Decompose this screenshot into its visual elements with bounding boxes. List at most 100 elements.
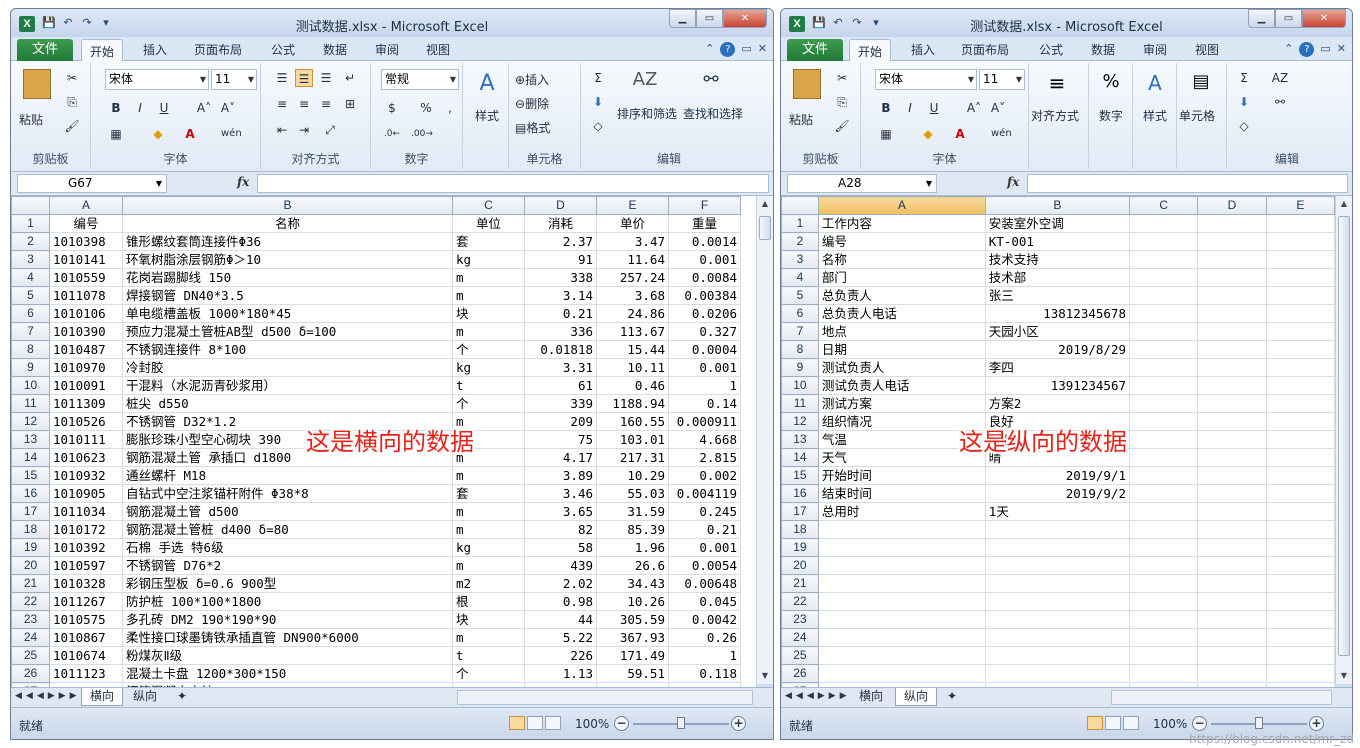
table-cell[interactable]: 1010623 <box>49 448 123 467</box>
autosum-icon[interactable]: Σ <box>589 69 607 87</box>
row-header[interactable]: 8 <box>781 340 819 359</box>
table-cell[interactable] <box>1265 484 1335 503</box>
table-cell[interactable]: 336 <box>524 322 597 341</box>
fill-icon[interactable]: ⬇ <box>1235 93 1253 111</box>
font-color-icon[interactable]: A <box>181 125 199 143</box>
table-cell[interactable]: 10.29 <box>596 466 669 485</box>
cut-icon[interactable]: ✂ <box>833 69 851 87</box>
table-cell[interactable]: 1011034 <box>49 502 123 521</box>
row-header[interactable]: 10 <box>11 376 50 395</box>
zoom-level[interactable]: 100% <box>575 717 609 731</box>
new-sheet-icon[interactable]: ✦ <box>169 688 195 706</box>
table-cell[interactable] <box>1197 250 1267 269</box>
comma-style-icon[interactable]: , <box>441 99 459 117</box>
zoom-level[interactable]: 100% <box>1153 717 1187 731</box>
paste-button[interactable]: 粘贴 <box>789 111 813 128</box>
table-cell[interactable] <box>1128 484 1199 503</box>
table-cell[interactable]: 217.31 <box>596 448 669 467</box>
table-cell[interactable] <box>817 664 986 683</box>
row-header[interactable]: 15 <box>11 466 50 485</box>
delete-cells-button[interactable]: ⊖删除 <box>515 95 549 112</box>
table-cell[interactable]: 0.01818 <box>524 340 597 359</box>
table-cell[interactable]: 0.0206 <box>668 304 741 323</box>
cells-button[interactable]: 单元格 <box>1179 107 1215 124</box>
redo-icon[interactable]: ↷ <box>849 15 865 31</box>
tab-page-layout[interactable]: 页面布局 <box>961 41 1009 58</box>
row-header[interactable]: 4 <box>11 268 50 287</box>
table-cell[interactable] <box>817 592 986 611</box>
paste-icon[interactable] <box>23 69 51 99</box>
table-cell[interactable]: 根 <box>452 592 525 611</box>
table-cell[interactable]: 不锈钢连接件 8*100 <box>122 340 453 359</box>
page-layout-view-icon[interactable] <box>527 716 543 730</box>
tab-insert[interactable]: 插入 <box>911 41 935 58</box>
table-cell[interactable] <box>1265 556 1335 575</box>
row-header[interactable]: 17 <box>11 502 50 521</box>
table-cell[interactable] <box>1197 286 1267 305</box>
table-cell[interactable]: 钢筋混凝土管 d500 <box>122 502 453 521</box>
table-cell[interactable] <box>1265 646 1335 665</box>
table-cell[interactable]: 2.815 <box>668 448 741 467</box>
table-cell[interactable]: 1010559 <box>49 268 123 287</box>
table-cell[interactable]: 锥形螺纹套筒连接件Φ36 <box>122 232 453 251</box>
italic-icon[interactable]: I <box>131 99 149 117</box>
table-cell[interactable] <box>1265 574 1335 593</box>
table-cell[interactable]: 1.13 <box>524 664 597 683</box>
table-cell[interactable] <box>1197 610 1267 629</box>
row-header[interactable]: 25 <box>11 646 50 665</box>
redo-icon[interactable]: ↷ <box>79 15 95 31</box>
row-header[interactable]: 6 <box>11 304 50 323</box>
table-cell[interactable] <box>1197 484 1267 503</box>
table-cell[interactable] <box>1197 556 1267 575</box>
table-cell[interactable]: 焊接钢管 DN40*3.5 <box>122 286 453 305</box>
table-cell[interactable]: 257.24 <box>596 268 669 287</box>
table-cell[interactable]: 1010867 <box>49 628 123 647</box>
table-cell[interactable] <box>1128 214 1199 233</box>
table-cell[interactable]: 0.26 <box>668 628 741 647</box>
column-title[interactable]: 单价 <box>596 214 669 233</box>
table-cell[interactable]: 1011078 <box>49 286 123 305</box>
tab-home[interactable]: 开始 <box>81 39 124 62</box>
table-cell[interactable]: m <box>452 268 525 287</box>
number-format-combo[interactable]: 常规 ▼ <box>381 69 459 90</box>
table-cell[interactable]: 部门 <box>817 268 986 287</box>
table-cell[interactable] <box>984 646 1131 665</box>
table-cell[interactable]: 0.001 <box>668 358 741 377</box>
table-cell[interactable]: KT-001 <box>984 232 1131 251</box>
alignment-button[interactable]: 对齐方式 <box>1031 107 1079 124</box>
row-header[interactable]: 16 <box>781 484 819 503</box>
table-cell[interactable] <box>1128 322 1199 341</box>
table-cell[interactable]: 171.49 <box>596 646 669 665</box>
font-color-icon[interactable]: A <box>951 125 969 143</box>
table-cell[interactable]: 3.47 <box>596 232 669 251</box>
table-cell[interactable]: 单电缆槽盖板 1000*180*45 <box>122 304 453 323</box>
row-header[interactable]: 18 <box>781 520 819 539</box>
align-bottom-icon[interactable]: ☰ <box>317 69 335 87</box>
excel-app-icon[interactable]: X <box>789 16 805 32</box>
clear-icon[interactable]: ◇ <box>589 117 607 135</box>
table-cell[interactable]: 0.001 <box>668 250 741 269</box>
table-cell[interactable] <box>1128 286 1199 305</box>
table-cell[interactable]: 1011309 <box>49 394 123 413</box>
restore-workbook-icon[interactable]: ▭ <box>741 42 751 57</box>
table-cell[interactable]: 61 <box>524 376 597 395</box>
table-cell[interactable]: 3.89 <box>524 466 597 485</box>
table-cell[interactable]: 套 <box>452 484 525 503</box>
borders-icon[interactable]: ▦ <box>107 125 125 143</box>
table-cell[interactable]: kg <box>452 538 525 557</box>
table-cell[interactable]: 多孔砖 DM2 190*190*90 <box>122 610 453 629</box>
table-cell[interactable] <box>1197 358 1267 377</box>
align-right-icon[interactable]: ≡ <box>317 95 335 113</box>
align-center-icon[interactable]: ≡ <box>295 95 313 113</box>
table-cell[interactable]: 混凝土卡盘 1200*300*150 <box>122 664 453 683</box>
table-cell[interactable]: 1010575 <box>49 610 123 629</box>
paste-button[interactable]: 粘贴 <box>19 111 43 128</box>
table-cell[interactable]: 0.0042 <box>668 610 741 629</box>
row-header[interactable]: 13 <box>781 430 819 449</box>
table-cell[interactable]: 总用时 <box>817 502 986 521</box>
table-cell[interactable]: 0.0004 <box>668 340 741 359</box>
row-header[interactable]: 25 <box>781 646 819 665</box>
table-cell[interactable] <box>1128 232 1199 251</box>
table-cell[interactable]: 0.001 <box>668 538 741 557</box>
row-header[interactable]: 23 <box>11 610 50 629</box>
